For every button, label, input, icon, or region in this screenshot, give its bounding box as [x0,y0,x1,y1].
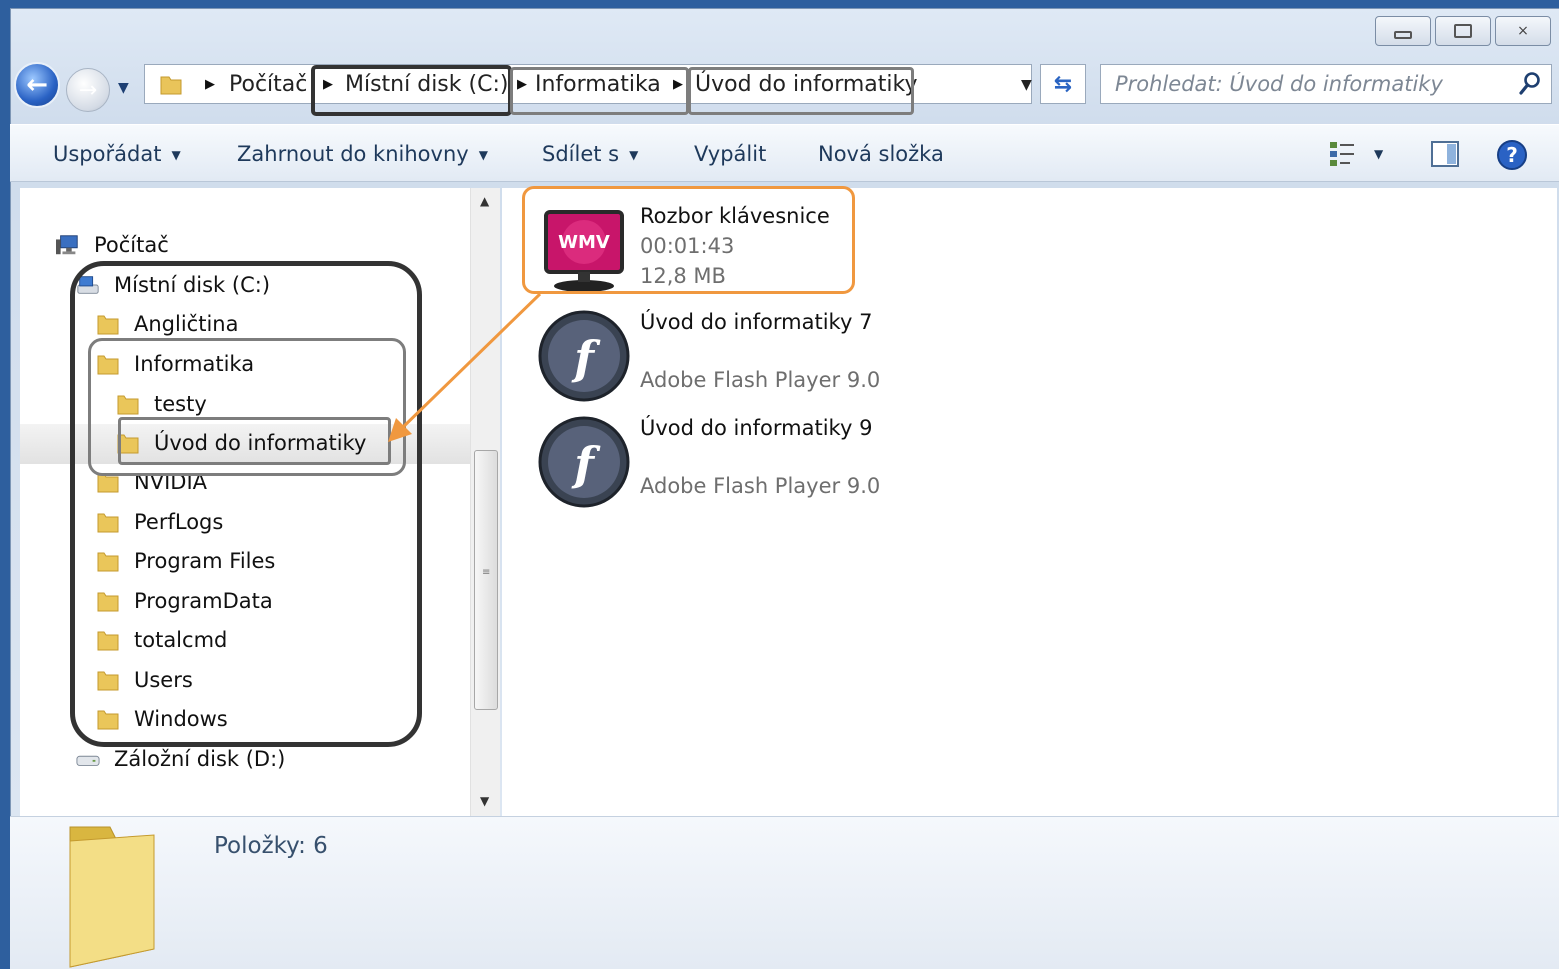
search-box[interactable] [1100,64,1552,104]
grip-icon: ≡ [482,567,491,578]
window-controls: × [1375,16,1551,46]
share-label: Sdílet s [542,142,620,166]
scroll-up-icon[interactable]: ▲ [480,194,489,208]
organize-button[interactable]: Uspořádat ▼ [53,125,181,183]
highlight-box-informatika [510,67,689,115]
preview-pane-icon[interactable] [1430,139,1460,169]
change-view-icon[interactable] [1328,139,1358,169]
recent-pages-dropdown[interactable]: ▼ [118,80,129,96]
svg-text:?: ? [1506,143,1518,167]
share-button[interactable]: Sdílet s ▼ [542,125,638,183]
close-icon: × [1517,23,1529,39]
highlight-box-wmv-file [522,186,855,294]
include-library-button[interactable]: Zahrnout do knihovny ▼ [237,125,488,183]
command-toolbar: Uspořádat ▼ Zahrnout do knihovny ▼ Sdílet … [10,124,1559,182]
file-name: Úvod do informatiky 7 [640,310,873,334]
close-button[interactable]: × [1495,16,1551,46]
address-dropdown-arrow[interactable]: ▼ [1021,77,1032,93]
file-item-flash[interactable]: f Úvod do informatiky 9 Adobe Flash Play… [538,406,938,508]
search-icon[interactable] [1519,71,1541,97]
tree-label: Počítač [94,233,169,257]
chevron-down-icon: ▼ [629,148,639,162]
arrow-left-icon: ← [26,70,48,100]
file-item-flash[interactable]: f Úvod do informatiky 7 Adobe Flash Play… [538,300,938,402]
maximize-button[interactable] [1435,16,1491,46]
back-button[interactable]: ← [14,62,60,108]
search-input[interactable] [1101,65,1501,103]
refresh-button[interactable]: ⇆ [1040,64,1086,104]
include-library-label: Zahrnout do knihovny [237,142,469,166]
folder-icon [69,826,155,968]
arrow-right-icon: → [78,77,98,103]
navigation-scrollbar[interactable]: ▲ ≡ ▼ [470,188,500,816]
drive-icon [76,755,100,766]
maximize-icon [1454,24,1472,38]
highlight-box-tree [70,261,422,747]
highlight-box-current-folder [688,67,914,115]
new-folder-button[interactable]: Nová složka [818,125,944,183]
view-options-dropdown[interactable]: ▼ [1374,125,1383,183]
forward-button[interactable]: → [66,68,110,112]
flash-icon: f [538,310,630,402]
item-count: Položky: 6 [214,833,328,859]
file-name: Úvod do informatiky 9 [640,416,873,440]
flash-icon: f [538,416,630,508]
burn-button[interactable]: Vypálit [694,125,766,183]
folder-icon [160,76,182,95]
file-type: Adobe Flash Player 9.0 [640,368,881,392]
help-icon[interactable]: ? [1496,139,1528,171]
breadcrumb-computer[interactable]: Počítač [229,65,307,105]
minimize-icon [1394,31,1412,39]
chevron-down-icon: ▼ [478,148,488,162]
chevron-down-icon: ▼ [171,148,181,162]
refresh-icon: ⇆ [1053,71,1073,97]
minimize-button[interactable] [1375,16,1431,46]
organize-label: Uspořádat [53,142,162,166]
scrollbar-thumb[interactable]: ≡ [474,450,498,710]
highlight-box-current-tree [118,417,391,465]
breadcrumb-separator[interactable]: ▶ [205,65,215,105]
file-type: Adobe Flash Player 9.0 [640,474,881,498]
scroll-down-icon[interactable]: ▼ [480,794,489,808]
computer-icon [56,235,78,255]
highlight-box-drive-c [311,65,512,116]
details-pane: Položky: 6 [10,816,1559,969]
